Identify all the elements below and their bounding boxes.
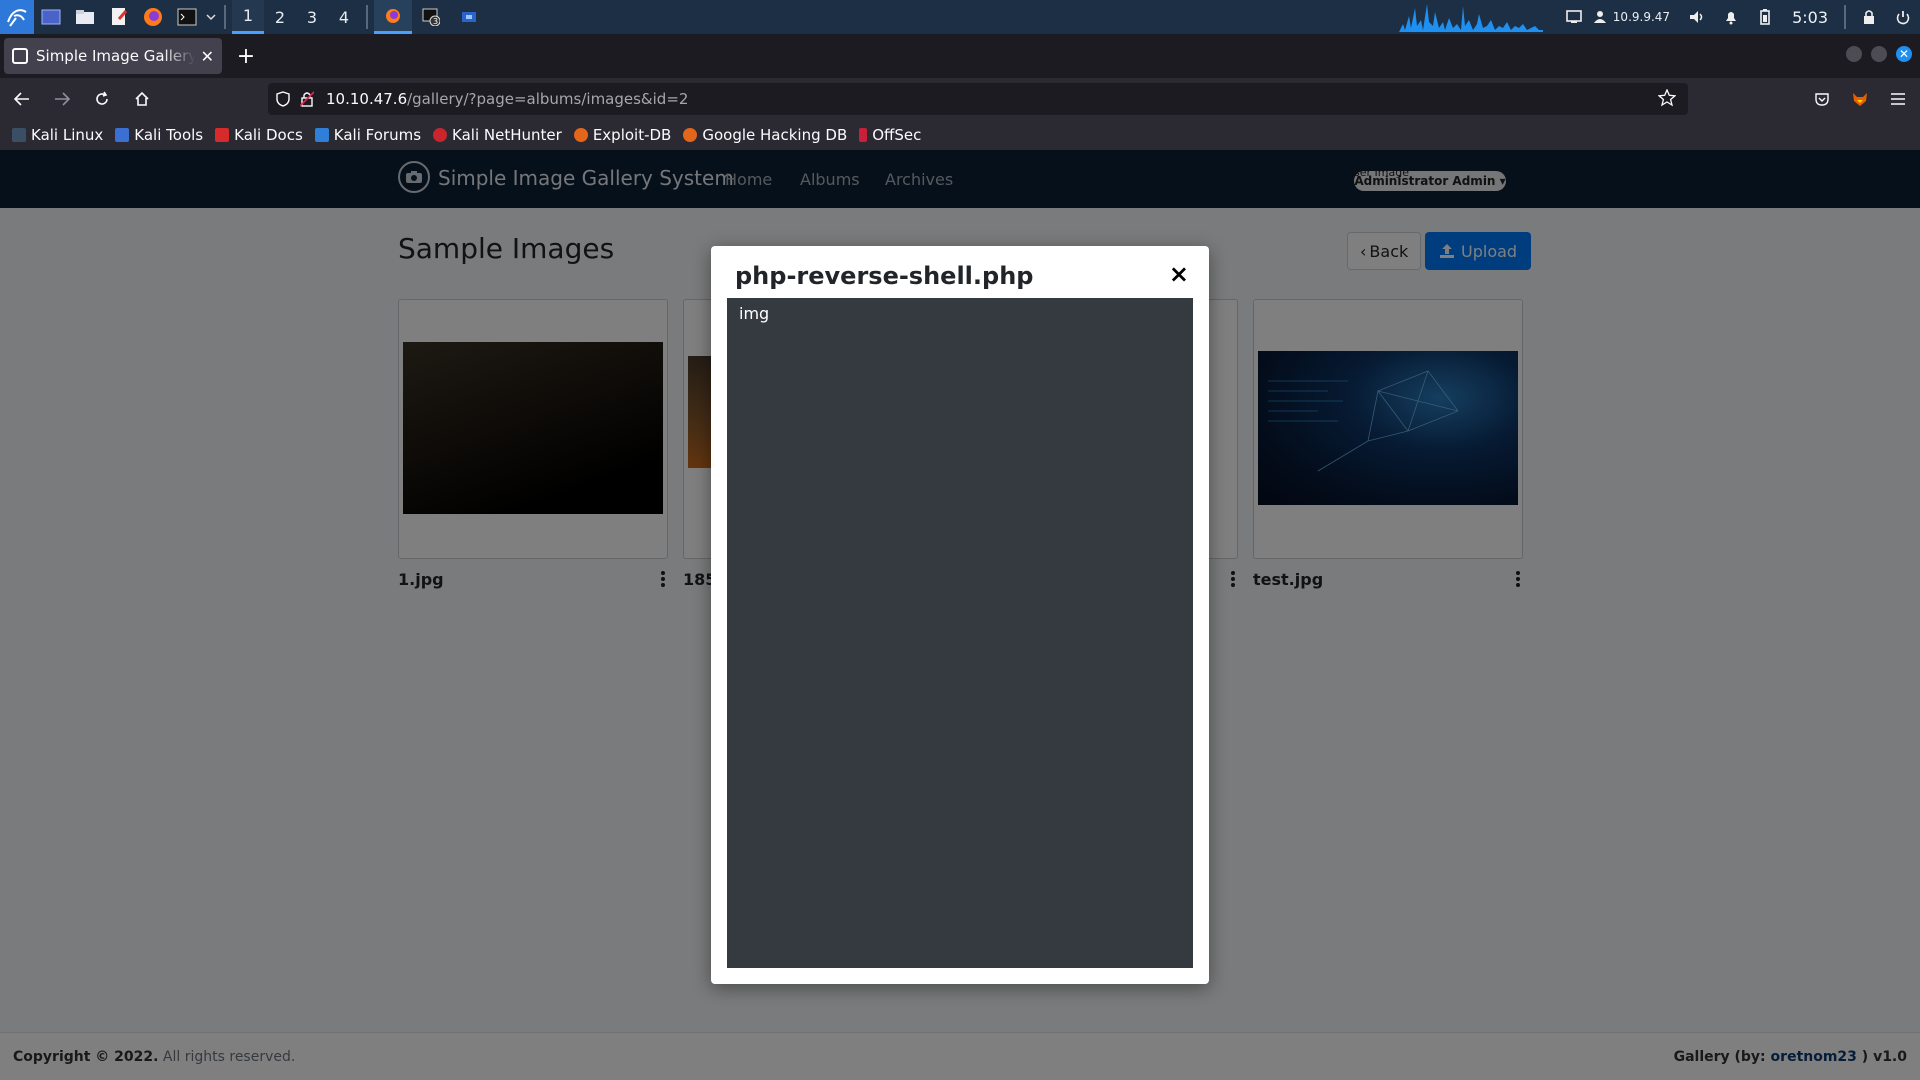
- modal-image-area: img: [727, 298, 1193, 968]
- taskbar-app-window[interactable]: [450, 0, 488, 34]
- logout-icon[interactable]: [1886, 0, 1920, 34]
- tab-title: Simple Image Gallery System: [36, 47, 195, 65]
- pocket-icon[interactable]: [1810, 87, 1834, 111]
- forward-arrow-icon[interactable]: [44, 83, 80, 115]
- hamburger-menu-icon[interactable]: [1886, 87, 1910, 111]
- text-editor-icon[interactable]: [102, 0, 136, 34]
- bookmark-offsec[interactable]: OffSec: [859, 126, 921, 144]
- new-tab-button[interactable]: +: [228, 38, 264, 74]
- volume-icon[interactable]: [1680, 0, 1714, 34]
- modal-title: php-reverse-shell.php: [735, 262, 1034, 290]
- modal-close-button[interactable]: ×: [1169, 260, 1189, 288]
- nethunter-icon: [433, 128, 448, 142]
- vpn-user-icon[interactable]: [1591, 0, 1609, 34]
- url-host: 10.10.47.6: [326, 90, 408, 108]
- close-tab-icon[interactable]: ✕: [201, 47, 214, 66]
- maximize-window-button[interactable]: [1871, 46, 1887, 62]
- bookmark-kali-tools[interactable]: Kali Tools: [115, 126, 203, 144]
- window-controls: ✕: [1846, 46, 1912, 62]
- battery-icon[interactable]: [1748, 0, 1782, 34]
- panel-divider: [224, 5, 226, 29]
- bookmark-kali-nethunter[interactable]: Kali NetHunter: [433, 126, 562, 144]
- insecure-lock-icon[interactable]: [300, 91, 314, 107]
- firefox-icon[interactable]: [136, 0, 170, 34]
- extension-fox-icon[interactable]: [1848, 87, 1872, 111]
- bookmark-star-icon[interactable]: [1657, 88, 1677, 111]
- browser-tab[interactable]: Simple Image Gallery System ✕: [4, 38, 222, 74]
- home-icon[interactable]: [124, 83, 160, 115]
- network-monitor-graph: [1398, 4, 1543, 32]
- exploit-db-icon: [573, 128, 588, 142]
- file-manager-icon[interactable]: [68, 0, 102, 34]
- browser-toolbar: 10.10.47.6/gallery/?page=albums/images&i…: [0, 78, 1920, 120]
- taskbar-terminal-window[interactable]: 3: [412, 0, 450, 34]
- panel-divider: [1844, 5, 1846, 29]
- chevron-down-icon[interactable]: [204, 0, 218, 34]
- kali-dragon-icon: [12, 128, 26, 142]
- vpn-ip-address: 10.9.9.47: [1612, 10, 1671, 24]
- workspace-4[interactable]: 4: [328, 0, 360, 34]
- workspace-1[interactable]: 1: [232, 0, 264, 34]
- ghdb-icon: [683, 128, 698, 142]
- workspace-3[interactable]: 3: [296, 0, 328, 34]
- broken-image-alt-text: img: [739, 304, 770, 323]
- clock[interactable]: 5:03: [1792, 8, 1828, 27]
- lock-screen-icon[interactable]: [1852, 0, 1886, 34]
- bookmark-kali-forums[interactable]: Kali Forums: [314, 126, 421, 144]
- panel-divider: [366, 5, 368, 29]
- image-preview-modal: php-reverse-shell.php × img: [711, 246, 1209, 984]
- kali-forums-icon: [314, 128, 329, 142]
- minimize-window-button[interactable]: [1846, 46, 1862, 62]
- reload-icon[interactable]: [84, 83, 120, 115]
- bookmark-kali-docs[interactable]: Kali Docs: [215, 126, 303, 144]
- bookmark-google-hacking-db[interactable]: Google Hacking DB: [683, 126, 847, 144]
- display-icon[interactable]: [1557, 0, 1591, 34]
- kali-menu-icon[interactable]: [0, 0, 34, 34]
- site-favicon-icon: [12, 48, 28, 64]
- notification-bell-icon[interactable]: [1714, 0, 1748, 34]
- terminal-icon[interactable]: [170, 0, 204, 34]
- bookmark-exploit-db[interactable]: Exploit-DB: [573, 126, 671, 144]
- address-bar[interactable]: 10.10.47.6/gallery/?page=albums/images&i…: [268, 83, 1688, 115]
- kali-tools-icon: [115, 128, 130, 142]
- kali-docs-icon: [215, 128, 230, 142]
- bookmarks-bar: Kali Linux Kali Tools Kali Docs Kali For…: [0, 120, 1920, 150]
- back-arrow-icon[interactable]: [4, 83, 40, 115]
- url-path: /gallery/?page=albums/images&id=2: [407, 90, 689, 108]
- show-desktop-icon[interactable]: [34, 0, 68, 34]
- taskbar-firefox-window[interactable]: [374, 0, 412, 34]
- tracking-shield-icon[interactable]: [276, 91, 290, 107]
- workspace-2[interactable]: 2: [264, 0, 296, 34]
- offsec-icon: [859, 128, 868, 142]
- svg-text:3: 3: [433, 17, 438, 26]
- close-window-button[interactable]: ✕: [1896, 46, 1912, 62]
- bookmark-kali-linux[interactable]: Kali Linux: [12, 126, 103, 144]
- system-panel: 1 2 3 4 3 10.9.9.47 5:03: [0, 0, 1920, 34]
- browser-tab-bar: Simple Image Gallery System ✕ + ✕: [0, 34, 1920, 78]
